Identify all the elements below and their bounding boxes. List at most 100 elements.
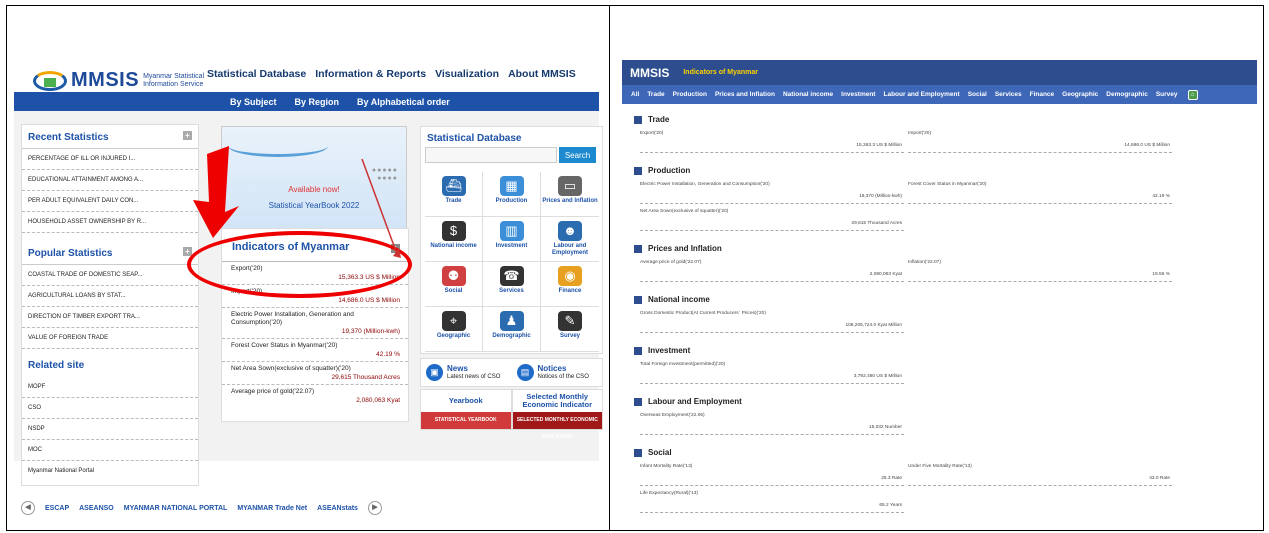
category-grid: ⛴ Trade ▦ Production ▭ Prices and Inflation $ N… (425, 172, 601, 352)
section-title[interactable]: Labour and Employment (634, 395, 1257, 408)
nav-social[interactable]: Social (968, 91, 987, 98)
nav-labour-and-employment[interactable]: Labour and Employment (883, 91, 959, 98)
related-link[interactable]: CSO (22, 398, 198, 419)
category-investment[interactable]: ▥ Investment (483, 217, 541, 262)
related-link[interactable]: MOPF (22, 377, 198, 398)
statistical-database-panel: Statistical Database Search ⛴ Trade ▦ Produ… (420, 126, 603, 354)
category-services[interactable]: ☎ Services (483, 262, 541, 307)
indicator-item[interactable]: Net Area Sown(exclusive of squatter)('20… (640, 204, 904, 231)
nav-all[interactable]: All (631, 91, 639, 98)
list-item[interactable]: COASTAL TRADE OF DOMESTIC SEAP... (22, 265, 198, 286)
indicator-item[interactable]: Forest Cover Status in Myanmar('20) 42.19… (908, 177, 1172, 204)
nav-services[interactable]: Services (995, 91, 1022, 98)
prev-arrow-icon[interactable]: ◀ (21, 501, 35, 515)
section-title[interactable]: Investment (634, 344, 1257, 357)
banner-yearbook: Statistical YearBook 2022 (268, 201, 360, 210)
indicator-item[interactable]: Total Foreign Investment(permitted)('20)… (640, 357, 904, 384)
yearbook-banner[interactable]: ●●●●● ●●●● Available now! Statistical Yea… (221, 126, 407, 241)
partner-logo[interactable]: ESCAP (45, 505, 69, 512)
yearbook-tab[interactable]: Yearbook STATISTICAL YEARBOOK (420, 389, 512, 430)
category-prices-and-inflation[interactable]: ▭ Prices and Inflation (541, 172, 599, 217)
nav-production[interactable]: Production (673, 91, 707, 98)
nav-prices-and-inflation[interactable]: Prices and Inflation (715, 91, 775, 98)
news-title: News (447, 363, 468, 373)
category-survey[interactable]: ✎ Survey (541, 307, 599, 352)
nav-demographic[interactable]: Demographic (1106, 91, 1148, 98)
indicator-item[interactable]: Export('20) 15,363.3 US $ Million (640, 126, 904, 153)
subnav-by-alphabetical[interactable]: By Alphabetical order (357, 97, 450, 107)
nav-information-reports[interactable]: Information & Reports (315, 68, 426, 80)
related-link[interactable]: MOC (22, 440, 198, 461)
section-title[interactable]: Trade (634, 113, 1257, 126)
list-item[interactable]: HOUSEHOLD ASSET OWNERSHIP BY R... (22, 212, 198, 233)
category-trade[interactable]: ⛴ Trade (425, 172, 483, 217)
subnav-by-region[interactable]: By Region (295, 97, 340, 107)
indicator-item[interactable]: Overseas Employment('22.06) 15,032 Number (640, 408, 904, 435)
notices-link[interactable]: ▤ Notices Notices of the CSO (512, 359, 603, 386)
list-item[interactable]: PERCENTAGE OF ILL OR INJURED I... (22, 149, 198, 170)
list-item[interactable]: DIRECTION OF TIMBER EXPORT TRA... (22, 307, 198, 328)
category-production[interactable]: ▦ Production (483, 172, 541, 217)
subnav-by-subject[interactable]: By Subject (230, 97, 277, 107)
monthly-tab-bar: SELECTED MONTHLY ECONOMIC INDICATORS (512, 412, 602, 440)
right-logo[interactable]: MMSIS (630, 66, 669, 80)
nav-visualization[interactable]: Visualization (435, 68, 499, 80)
recent-more-icon[interactable]: + (183, 131, 192, 140)
nav-geographic[interactable]: Geographic (1062, 91, 1098, 98)
related-link[interactable]: NSDP (22, 419, 198, 440)
indicator-item[interactable]: Life Expectancy(Rural)('13) 65.2 Years (640, 486, 904, 513)
section-title[interactable]: Production (634, 164, 1257, 177)
indicator-item[interactable]: Infant Mortality Rate('13) 25.3 Rate (640, 459, 904, 486)
indicator-item[interactable]: Under Five Mortality Rate('13) 43.0 Rate (908, 459, 1172, 486)
partner-logo[interactable]: ASEANSO (79, 505, 114, 512)
section-title[interactable]: Social (634, 446, 1257, 459)
chart-icon: ▥ (499, 221, 524, 241)
carousel-dots[interactable]: ●●●●● ●●●● (372, 167, 398, 183)
indicator-item[interactable]: Average price of gold('22.07) 2,080,063 K… (640, 255, 904, 282)
indicator-row: Total Foreign Investment(permitted)('20)… (634, 357, 1257, 384)
nav-national-income[interactable]: National income (783, 91, 833, 98)
news-notices-bar: ▣ News Latest news of CSO ▤ Notices Notice… (420, 358, 603, 387)
indicator-item[interactable]: Gross Domestic Product(At Current Produc… (640, 306, 904, 333)
category-finance[interactable]: ◉ Finance (541, 262, 599, 307)
indicator-item[interactable]: Import('20) 14,686.0 US $ Million (908, 126, 1172, 153)
list-item[interactable]: EDUCATIONAL ATTAINMENT AMONG A... (22, 170, 198, 191)
category-geographic[interactable]: ⌖ Geographic (425, 307, 483, 352)
partner-logo[interactable]: MYANMAR Trade Net (237, 505, 307, 512)
indicator-item[interactable]: Electric Power Installation, Generation … (640, 177, 904, 204)
search-input[interactable] (425, 147, 557, 163)
nav-finance[interactable]: Finance (1030, 91, 1055, 98)
monthly-indicator-tab[interactable]: Selected Monthly Economic Indicator SELE… (511, 389, 603, 440)
nav-trade[interactable]: Trade (647, 91, 664, 98)
partner-logo[interactable]: ASEANstats (317, 505, 358, 512)
related-link[interactable]: Myanmar National Portal (22, 461, 198, 482)
indicator-row: Overseas Employment('22.06) 15,032 Number (634, 408, 1257, 435)
list-item[interactable]: AGRICULTURAL LOANS BY STAT... (22, 286, 198, 307)
section-prices-and-inflation: Prices and Inflation Average price of gol… (622, 242, 1257, 282)
partner-logo[interactable]: MYANMAR NATIONAL PORTAL (124, 505, 228, 512)
bullet-square-icon (634, 448, 642, 457)
search-bar: Search (421, 147, 602, 163)
mmsis-logo[interactable]: MMSIS Myanmar Statistical Information Se… (33, 69, 209, 92)
coins-icon: ◉ (558, 266, 582, 286)
indicator-label: Forest Cover Status in Myanmar('20) (231, 342, 338, 349)
list-item[interactable]: VALUE OF FOREIGN TRADE (22, 328, 198, 349)
list-item[interactable]: PER ADULT EQUIVALENT DAILY CON... (22, 191, 198, 212)
category-national-income[interactable]: $ National income (425, 217, 483, 262)
category-demographic[interactable]: ♟ Demographic (483, 307, 541, 352)
logo-name: MMSIS (71, 69, 140, 91)
indicator-item[interactable]: Inflation('22.07) 19.55 % (908, 255, 1172, 282)
next-arrow-icon[interactable]: ▶ (367, 501, 382, 515)
category-social[interactable]: ⚉ Social (425, 262, 483, 307)
search-button[interactable]: Search (559, 147, 596, 163)
nav-statistical-database[interactable]: Statistical Database (207, 68, 306, 80)
news-link[interactable]: ▣ News Latest news of CSO (421, 359, 512, 386)
section-title[interactable]: Prices and Inflation (634, 242, 1257, 255)
nav-about[interactable]: About MMSIS (508, 68, 576, 80)
nav-survey[interactable]: Survey (1156, 91, 1178, 98)
section-title[interactable]: National income (634, 293, 1257, 306)
nav-investment[interactable]: Investment (841, 91, 875, 98)
category-labour-and-employment[interactable]: ☻ Labour and Employment (541, 217, 599, 262)
home-icon[interactable]: ⌂ (1187, 89, 1198, 100)
top-navigation: Statistical Database Information & Repor… (207, 68, 576, 80)
